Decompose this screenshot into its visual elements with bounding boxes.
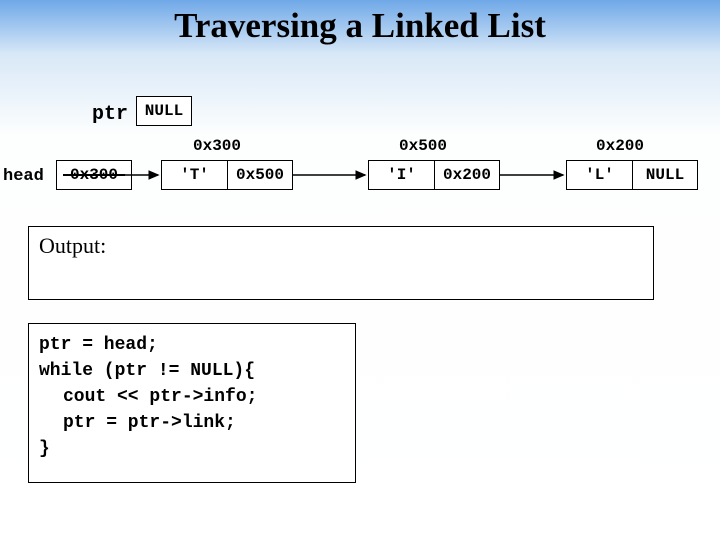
code-line-1: ptr = head;: [39, 332, 345, 358]
node-2-info: 'I': [368, 160, 434, 190]
code-box: ptr = head; while (ptr != NULL){ cout <<…: [28, 323, 356, 483]
node-2-link: 0x200: [434, 160, 500, 190]
output-box: Output:: [28, 226, 654, 300]
code-line-3: cout << ptr->info;: [63, 384, 345, 410]
address-node2: 0x500: [399, 137, 447, 155]
strikethrough-line: [63, 174, 125, 176]
node-1: 'T' 0x500: [161, 160, 293, 190]
output-label: Output:: [39, 233, 106, 258]
ptr-variable: NULL: [136, 96, 192, 126]
head-label: head: [3, 167, 44, 186]
code-line-4: ptr = ptr->link;: [63, 410, 345, 436]
node-3: 'L' NULL: [566, 160, 698, 190]
code-line-2: while (ptr != NULL){: [39, 358, 345, 384]
node-3-info: 'L': [566, 160, 632, 190]
node-3-link: NULL: [632, 160, 698, 190]
ptr-label: ptr: [92, 103, 128, 126]
code-line-5: }: [39, 436, 345, 462]
slide-title: Traversing a Linked List: [0, 6, 720, 46]
address-node1: 0x300: [193, 137, 241, 155]
node-1-info: 'T': [161, 160, 227, 190]
node-2: 'I' 0x200: [368, 160, 500, 190]
node-1-link: 0x500: [227, 160, 293, 190]
address-node3: 0x200: [596, 137, 644, 155]
ptr-value: NULL: [136, 96, 192, 126]
